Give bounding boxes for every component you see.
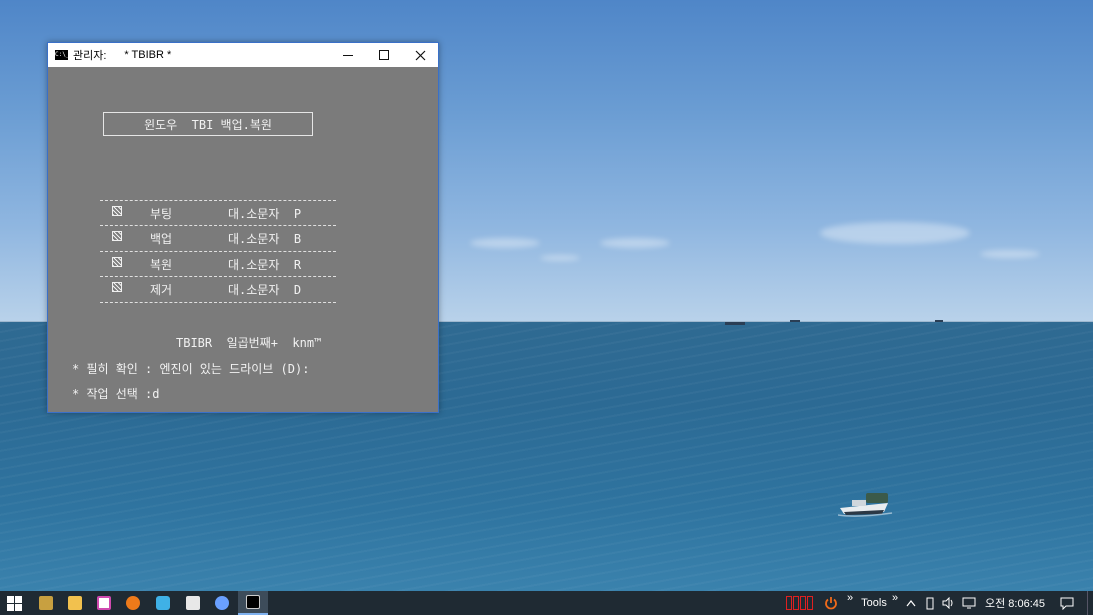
menu-option-key: 대.소문자 R bbox=[228, 258, 302, 272]
close-icon bbox=[415, 50, 425, 60]
menu-option-label: 제거 bbox=[150, 283, 173, 297]
maximize-button[interactable] bbox=[366, 43, 402, 67]
close-button[interactable] bbox=[402, 43, 438, 67]
menu-option-key: 대.소문자 D bbox=[228, 283, 302, 297]
tools-toolbar[interactable]: Tools bbox=[858, 591, 890, 615]
speaker-icon bbox=[942, 597, 953, 609]
window-controls bbox=[330, 43, 438, 67]
checkbox-glyph-icon bbox=[112, 231, 122, 241]
taskbar-app-bird[interactable] bbox=[150, 591, 176, 615]
toolbar-chevron[interactable]: » bbox=[843, 586, 857, 610]
usb-drive-icon bbox=[926, 597, 934, 609]
menu-option-backup: 백업 대.소문자 B bbox=[100, 225, 336, 250]
menu-option-label: 부팅 bbox=[150, 207, 173, 221]
show-hidden-icons-button[interactable] bbox=[903, 591, 919, 615]
console-output[interactable]: 윈도우 TBI 백업.복원 부팅 대.소문자 P 백업 대.소문자 B 복원 대… bbox=[48, 67, 438, 412]
tools-app-icon bbox=[186, 596, 200, 610]
menu-option-restore: 복원 대.소문자 R bbox=[100, 251, 336, 276]
taskbar-app-command-prompt[interactable] bbox=[238, 591, 268, 615]
checkbox-glyph-icon bbox=[112, 206, 122, 216]
tray-red-indicators[interactable] bbox=[782, 591, 818, 615]
app-k-icon bbox=[97, 596, 111, 610]
menu-option-key: 대.소문자 B bbox=[228, 232, 302, 246]
checkbox-glyph-icon bbox=[112, 282, 122, 292]
tools-label: Tools bbox=[861, 597, 887, 609]
action-center-button[interactable] bbox=[1056, 591, 1078, 615]
clock[interactable]: 오전 8:06:45 bbox=[982, 591, 1048, 615]
taskbar-app-orange[interactable] bbox=[120, 591, 146, 615]
distant-ship bbox=[790, 320, 800, 322]
tools-chevron[interactable]: » bbox=[888, 586, 902, 610]
network-app-icon bbox=[215, 596, 229, 610]
input-prompt[interactable]: * 작업 선택 :d bbox=[72, 387, 160, 401]
credit-line: TBIBR 일곱번째+ knm™ bbox=[176, 336, 322, 350]
distant-ship bbox=[935, 320, 943, 322]
taskbar-app-network[interactable] bbox=[209, 591, 235, 615]
tray-volume[interactable] bbox=[940, 591, 958, 615]
minimize-button[interactable] bbox=[330, 43, 366, 67]
menu-option-label: 복원 bbox=[150, 258, 173, 272]
menu-option-label: 백업 bbox=[150, 232, 173, 246]
checkbox-glyph-icon bbox=[112, 257, 122, 267]
menu-option-boot: 부팅 대.소문자 P bbox=[100, 200, 336, 225]
window-title: * TBIBR * bbox=[124, 49, 172, 61]
show-desktop-button[interactable] bbox=[1087, 591, 1093, 615]
command-prompt-icon: C:\_ bbox=[55, 50, 70, 60]
console-window[interactable]: C:\_ 관리자: * TBIBR * 윈도우 TBI 백업.복원 부팅 대.소… bbox=[47, 42, 439, 413]
chevron-up-icon bbox=[906, 600, 916, 607]
start-button[interactable] bbox=[0, 591, 29, 615]
network-icon bbox=[962, 597, 976, 609]
taskbar-app-tools[interactable] bbox=[180, 591, 206, 615]
program-header: 윈도우 TBI 백업.복원 bbox=[103, 112, 313, 136]
taskbar: » Tools » 오전 8:06:45 bbox=[0, 591, 1093, 615]
notice-line: * 필히 확인 : 엔진이 있는 드라이브 (D): bbox=[72, 362, 310, 376]
tray-network[interactable] bbox=[960, 591, 978, 615]
minimize-icon bbox=[343, 54, 353, 56]
menu-option-remove: 제거 대.소문자 D bbox=[100, 276, 336, 301]
taskbar-app-k[interactable] bbox=[91, 591, 117, 615]
distant-ship bbox=[725, 322, 745, 325]
maximize-icon bbox=[379, 50, 389, 60]
fishing-boat bbox=[838, 493, 893, 517]
tray-device[interactable] bbox=[922, 591, 938, 615]
bird-app-icon bbox=[156, 596, 170, 610]
file-explorer-icon bbox=[68, 596, 82, 610]
taskbar-app-explorer[interactable] bbox=[62, 591, 88, 615]
menu-option-key: 대.소문자 P bbox=[228, 207, 302, 221]
window-title-prefix: 관리자: bbox=[73, 50, 107, 62]
power-button[interactable] bbox=[821, 591, 841, 615]
orange-app-icon bbox=[126, 596, 140, 610]
window-titlebar[interactable]: C:\_ 관리자: * TBIBR * bbox=[48, 43, 438, 67]
command-prompt-icon bbox=[246, 595, 260, 609]
notepad-icon bbox=[39, 596, 53, 610]
menu-divider bbox=[100, 302, 336, 303]
notification-icon bbox=[1060, 597, 1074, 610]
taskbar-app-notepad[interactable] bbox=[33, 591, 59, 615]
power-icon bbox=[825, 597, 837, 610]
windows-logo-icon bbox=[7, 595, 22, 611]
